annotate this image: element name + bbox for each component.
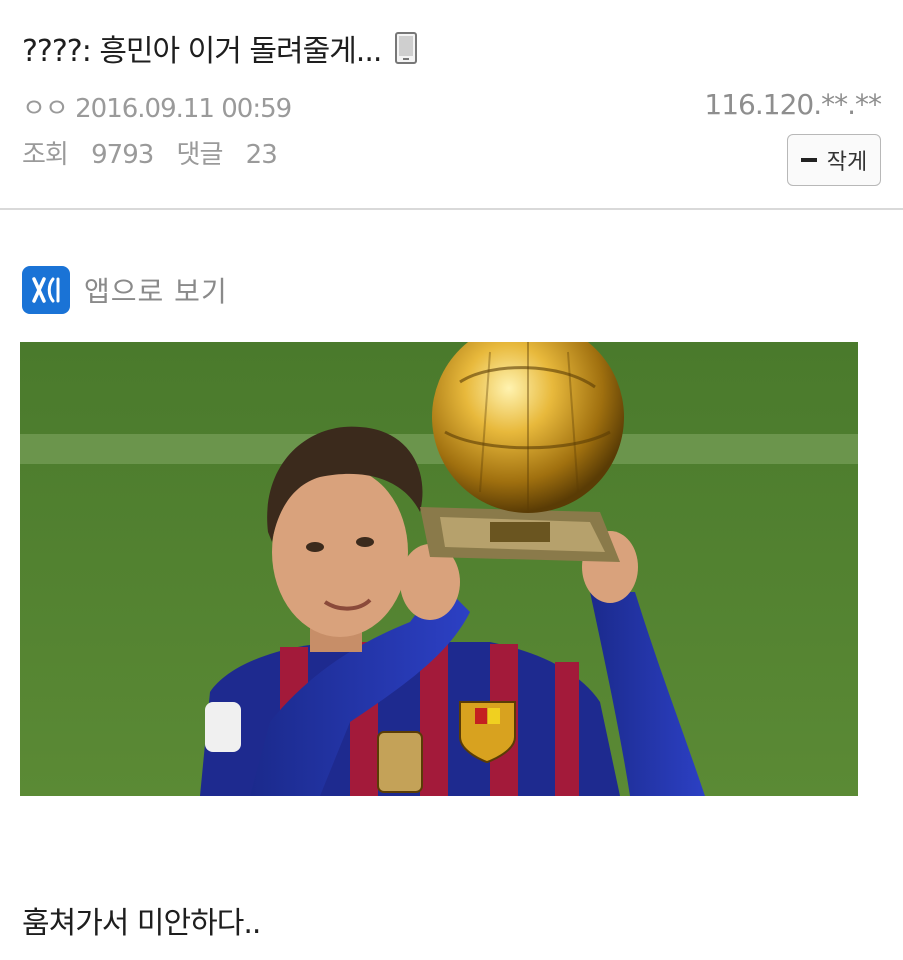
minus-icon: [800, 158, 817, 162]
post-title: ????: 흥민아 이거 돌려줄게...: [22, 34, 382, 69]
font-size-smaller-label: 작게: [826, 150, 868, 175]
author-name: ㅇㅇ: [22, 94, 69, 124]
post-title-row: ????: 흥민아 이거 돌려줄게...: [22, 26, 418, 70]
comments-label: 댓글: [176, 140, 224, 170]
view-in-app-link[interactable]: 앱으로 보기: [22, 266, 228, 314]
author-ip: 116.120.**.**: [704, 88, 882, 121]
views-label: 조회: [22, 140, 69, 170]
post-body-text: 훔쳐가서 미안하다..: [22, 906, 261, 941]
post-author-date: ㅇㅇ 2016.09.11 00:59: [22, 88, 292, 125]
font-size-smaller-button[interactable]: 작게: [787, 134, 881, 186]
post-datetime: 2016.09.11 00:59: [75, 94, 292, 124]
header-divider: [0, 208, 903, 210]
comments-count: 23: [245, 140, 278, 170]
app-logo-icon: [22, 266, 70, 314]
view-in-app-label: 앱으로 보기: [84, 275, 228, 308]
views-count: 9793: [91, 140, 154, 170]
mobile-phone-icon: [395, 32, 418, 64]
post-image: [20, 342, 858, 796]
post-stats: 조회 9793 댓글 23: [22, 134, 278, 171]
